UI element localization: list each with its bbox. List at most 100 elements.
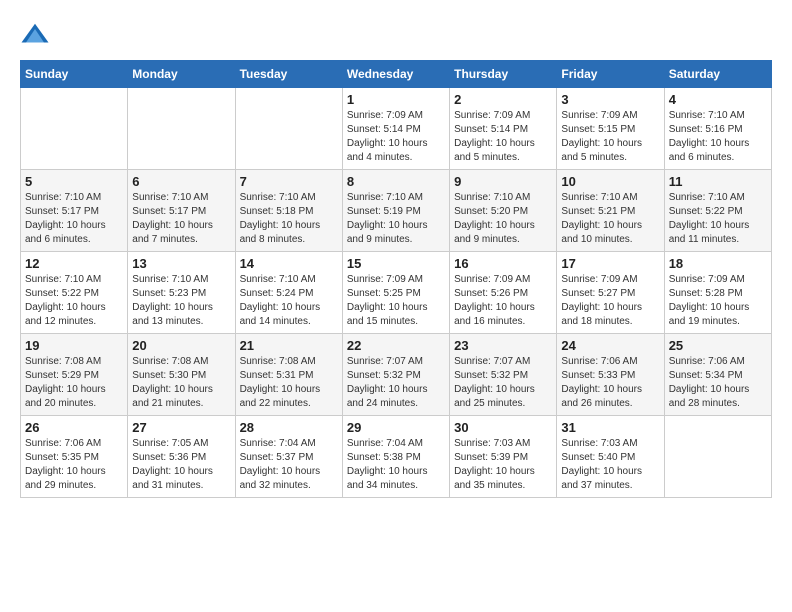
calendar-cell: 16 Sunrise: 7:09 AM Sunset: 5:26 PM Dayli… xyxy=(450,252,557,334)
calendar-week-row: 5 Sunrise: 7:10 AM Sunset: 5:17 PM Daylig… xyxy=(21,170,772,252)
day-info: Sunrise: 7:06 AM Sunset: 5:34 PM Dayligh… xyxy=(669,355,767,411)
day-number: 9 xyxy=(454,174,552,189)
day-info: Sunrise: 7:10 AM Sunset: 5:22 PM Dayligh… xyxy=(25,273,123,329)
weekday-header: Saturday xyxy=(664,61,771,88)
day-number: 4 xyxy=(669,92,767,107)
day-number: 10 xyxy=(561,174,659,189)
calendar-cell: 31 Sunrise: 7:03 AM Sunset: 5:40 PM Dayli… xyxy=(557,416,664,498)
calendar-week-row: 12 Sunrise: 7:10 AM Sunset: 5:22 PM Dayli… xyxy=(21,252,772,334)
day-number: 29 xyxy=(347,420,445,435)
calendar-cell: 29 Sunrise: 7:04 AM Sunset: 5:38 PM Dayli… xyxy=(342,416,449,498)
day-number: 31 xyxy=(561,420,659,435)
day-info: Sunrise: 7:09 AM Sunset: 5:27 PM Dayligh… xyxy=(561,273,659,329)
day-number: 23 xyxy=(454,338,552,353)
day-info: Sunrise: 7:07 AM Sunset: 5:32 PM Dayligh… xyxy=(454,355,552,411)
day-info: Sunrise: 7:10 AM Sunset: 5:19 PM Dayligh… xyxy=(347,191,445,247)
day-info: Sunrise: 7:08 AM Sunset: 5:29 PM Dayligh… xyxy=(25,355,123,411)
day-number: 12 xyxy=(25,256,123,271)
day-number: 20 xyxy=(132,338,230,353)
calendar-cell: 13 Sunrise: 7:10 AM Sunset: 5:23 PM Dayli… xyxy=(128,252,235,334)
calendar-cell: 2Sunrise: 7:09 AM Sunset: 5:14 PM Daylig… xyxy=(450,88,557,170)
day-info: Sunrise: 7:10 AM Sunset: 5:16 PM Dayligh… xyxy=(669,109,767,165)
day-info: Sunrise: 7:09 AM Sunset: 5:14 PM Dayligh… xyxy=(347,109,445,165)
calendar-cell: 9 Sunrise: 7:10 AM Sunset: 5:20 PM Daylig… xyxy=(450,170,557,252)
day-info: Sunrise: 7:10 AM Sunset: 5:17 PM Dayligh… xyxy=(25,191,123,247)
day-number: 11 xyxy=(669,174,767,189)
day-number: 17 xyxy=(561,256,659,271)
calendar-cell: 6 Sunrise: 7:10 AM Sunset: 5:17 PM Daylig… xyxy=(128,170,235,252)
day-number: 19 xyxy=(25,338,123,353)
calendar-cell: 19 Sunrise: 7:08 AM Sunset: 5:29 PM Dayli… xyxy=(21,334,128,416)
calendar-cell: 14 Sunrise: 7:10 AM Sunset: 5:24 PM Dayli… xyxy=(235,252,342,334)
day-number: 16 xyxy=(454,256,552,271)
day-info: Sunrise: 7:10 AM Sunset: 5:23 PM Dayligh… xyxy=(132,273,230,329)
day-info: Sunrise: 7:04 AM Sunset: 5:38 PM Dayligh… xyxy=(347,437,445,493)
calendar-cell: 11Sunrise: 7:10 AM Sunset: 5:22 PM Dayli… xyxy=(664,170,771,252)
day-info: Sunrise: 7:06 AM Sunset: 5:35 PM Dayligh… xyxy=(25,437,123,493)
calendar-header-row: SundayMondayTuesdayWednesdayThursdayFrid… xyxy=(21,61,772,88)
day-info: Sunrise: 7:10 AM Sunset: 5:17 PM Dayligh… xyxy=(132,191,230,247)
day-info: Sunrise: 7:09 AM Sunset: 5:15 PM Dayligh… xyxy=(561,109,659,165)
calendar-cell xyxy=(128,88,235,170)
weekday-header: Friday xyxy=(557,61,664,88)
calendar-cell: 17 Sunrise: 7:09 AM Sunset: 5:27 PM Dayli… xyxy=(557,252,664,334)
calendar-cell: 28 Sunrise: 7:04 AM Sunset: 5:37 PM Dayli… xyxy=(235,416,342,498)
day-number: 24 xyxy=(561,338,659,353)
day-info: Sunrise: 7:10 AM Sunset: 5:20 PM Dayligh… xyxy=(454,191,552,247)
logo-icon xyxy=(20,20,50,50)
day-number: 21 xyxy=(240,338,338,353)
page-header xyxy=(20,20,772,50)
calendar-cell: 4 Sunrise: 7:10 AM Sunset: 5:16 PM Daylig… xyxy=(664,88,771,170)
day-number: 6 xyxy=(132,174,230,189)
calendar-cell: 21 Sunrise: 7:08 AM Sunset: 5:31 PM Dayli… xyxy=(235,334,342,416)
day-number: 13 xyxy=(132,256,230,271)
day-number: 8 xyxy=(347,174,445,189)
day-info: Sunrise: 7:10 AM Sunset: 5:24 PM Dayligh… xyxy=(240,273,338,329)
weekday-header: Thursday xyxy=(450,61,557,88)
calendar-cell xyxy=(235,88,342,170)
calendar-cell: 3 Sunrise: 7:09 AM Sunset: 5:15 PM Daylig… xyxy=(557,88,664,170)
day-number: 27 xyxy=(132,420,230,435)
calendar-cell: 27 Sunrise: 7:05 AM Sunset: 5:36 PM Dayli… xyxy=(128,416,235,498)
calendar-cell xyxy=(664,416,771,498)
calendar-cell xyxy=(21,88,128,170)
calendar-cell: 30Sunrise: 7:03 AM Sunset: 5:39 PM Dayli… xyxy=(450,416,557,498)
day-info: Sunrise: 7:10 AM Sunset: 5:18 PM Dayligh… xyxy=(240,191,338,247)
calendar-cell: 20 Sunrise: 7:08 AM Sunset: 5:30 PM Dayli… xyxy=(128,334,235,416)
day-info: Sunrise: 7:09 AM Sunset: 5:26 PM Dayligh… xyxy=(454,273,552,329)
day-number: 28 xyxy=(240,420,338,435)
calendar-cell: 8 Sunrise: 7:10 AM Sunset: 5:19 PM Daylig… xyxy=(342,170,449,252)
day-info: Sunrise: 7:03 AM Sunset: 5:40 PM Dayligh… xyxy=(561,437,659,493)
day-number: 14 xyxy=(240,256,338,271)
day-number: 18 xyxy=(669,256,767,271)
day-number: 5 xyxy=(25,174,123,189)
calendar-cell: 23 Sunrise: 7:07 AM Sunset: 5:32 PM Dayli… xyxy=(450,334,557,416)
day-info: Sunrise: 7:09 AM Sunset: 5:14 PM Dayligh… xyxy=(454,109,552,165)
day-number: 30 xyxy=(454,420,552,435)
day-number: 15 xyxy=(347,256,445,271)
day-number: 1 xyxy=(347,92,445,107)
calendar-cell: 26 Sunrise: 7:06 AM Sunset: 5:35 PM Dayli… xyxy=(21,416,128,498)
calendar-cell: 12 Sunrise: 7:10 AM Sunset: 5:22 PM Dayli… xyxy=(21,252,128,334)
day-info: Sunrise: 7:09 AM Sunset: 5:28 PM Dayligh… xyxy=(669,273,767,329)
calendar-cell: 24Sunrise: 7:06 AM Sunset: 5:33 PM Dayli… xyxy=(557,334,664,416)
calendar-week-row: 1 Sunrise: 7:09 AM Sunset: 5:14 PM Daylig… xyxy=(21,88,772,170)
calendar-cell: 10 Sunrise: 7:10 AM Sunset: 5:21 PM Dayli… xyxy=(557,170,664,252)
day-info: Sunrise: 7:05 AM Sunset: 5:36 PM Dayligh… xyxy=(132,437,230,493)
calendar-week-row: 19 Sunrise: 7:08 AM Sunset: 5:29 PM Dayli… xyxy=(21,334,772,416)
day-info: Sunrise: 7:10 AM Sunset: 5:21 PM Dayligh… xyxy=(561,191,659,247)
day-info: Sunrise: 7:04 AM Sunset: 5:37 PM Dayligh… xyxy=(240,437,338,493)
calendar-cell: 18 Sunrise: 7:09 AM Sunset: 5:28 PM Dayli… xyxy=(664,252,771,334)
day-info: Sunrise: 7:07 AM Sunset: 5:32 PM Dayligh… xyxy=(347,355,445,411)
day-number: 7 xyxy=(240,174,338,189)
day-info: Sunrise: 7:08 AM Sunset: 5:31 PM Dayligh… xyxy=(240,355,338,411)
calendar-cell: 22 Sunrise: 7:07 AM Sunset: 5:32 PM Dayli… xyxy=(342,334,449,416)
logo xyxy=(20,20,56,50)
day-info: Sunrise: 7:08 AM Sunset: 5:30 PM Dayligh… xyxy=(132,355,230,411)
calendar-table: SundayMondayTuesdayWednesdayThursdayFrid… xyxy=(20,60,772,498)
day-number: 25 xyxy=(669,338,767,353)
calendar-week-row: 26 Sunrise: 7:06 AM Sunset: 5:35 PM Dayli… xyxy=(21,416,772,498)
day-number: 26 xyxy=(25,420,123,435)
day-number: 22 xyxy=(347,338,445,353)
day-number: 3 xyxy=(561,92,659,107)
